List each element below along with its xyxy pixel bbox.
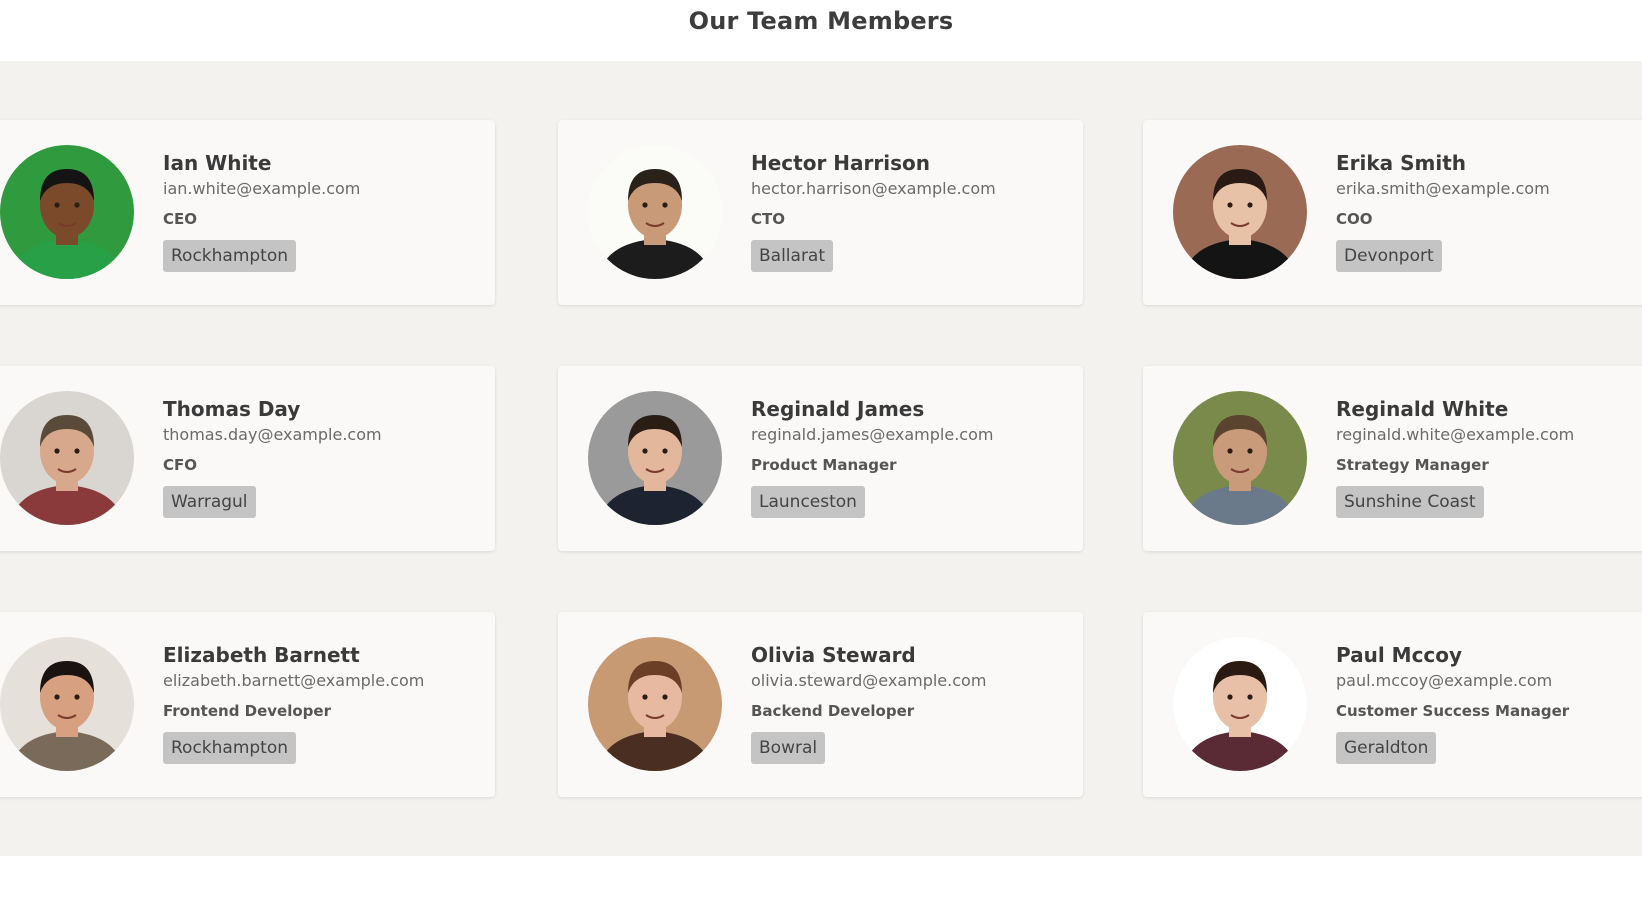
team-card: Reginald James reginald.james@example.co…: [558, 366, 1083, 551]
member-role: Backend Developer: [751, 702, 915, 720]
location-badge: Geraldton: [1336, 732, 1437, 764]
member-email: reginald.white@example.com: [1336, 425, 1575, 444]
avatar: [588, 145, 722, 279]
portrait-image: [1173, 391, 1307, 525]
member-email: erika.smith@example.com: [1336, 179, 1550, 198]
member-email: thomas.day@example.com: [163, 425, 382, 444]
location-badge: Ballarat: [751, 240, 834, 272]
location-badge: Bowral: [751, 732, 826, 764]
member-name: Hector Harrison: [751, 151, 930, 175]
team-card: Erika Smith erika.smith@example.com COO …: [1143, 120, 1642, 305]
avatar: [588, 637, 722, 771]
location-badge: Launceston: [751, 486, 865, 518]
avatar: [1173, 145, 1307, 279]
member-role: CFO: [163, 456, 198, 474]
member-email: paul.mccoy@example.com: [1336, 671, 1553, 690]
member-name: Erika Smith: [1336, 151, 1467, 175]
portrait-image: [0, 391, 134, 525]
portrait-image: [1173, 145, 1307, 279]
team-card: Reginald White reginald.white@example.co…: [1143, 366, 1642, 551]
location-badge: Rockhampton: [163, 732, 297, 764]
team-card: Olivia Steward olivia.steward@example.co…: [558, 612, 1083, 797]
team-card: Elizabeth Barnett elizabeth.barnett@exam…: [0, 612, 495, 797]
member-role: CEO: [163, 210, 198, 228]
team-card: Hector Harrison hector.harrison@example.…: [558, 120, 1083, 305]
location-badge: Sunshine Coast: [1336, 486, 1484, 518]
portrait-image: [588, 145, 722, 279]
location-badge: Rockhampton: [163, 240, 297, 272]
team-card: Thomas Day thomas.day@example.com CFO Wa…: [0, 366, 495, 551]
team-card: Ian White ian.white@example.com CEO Rock…: [0, 120, 495, 305]
team-grid: Ian White ian.white@example.com CEO Rock…: [0, 61, 1642, 856]
member-email: reginald.james@example.com: [751, 425, 994, 444]
member-email: elizabeth.barnett@example.com: [163, 671, 425, 690]
portrait-image: [588, 637, 722, 771]
avatar: [588, 391, 722, 525]
member-role: COO: [1336, 210, 1373, 228]
avatar: [1173, 637, 1307, 771]
member-name: Reginald White: [1336, 397, 1509, 421]
member-name: Paul Mccoy: [1336, 643, 1463, 667]
avatar: [0, 391, 134, 525]
portrait-image: [0, 145, 134, 279]
member-email: hector.harrison@example.com: [751, 179, 996, 198]
member-role: Product Manager: [751, 456, 897, 474]
page-header: Our Team Members: [0, 0, 1642, 61]
member-role: Customer Success Manager: [1336, 702, 1570, 720]
portrait-image: [1173, 637, 1307, 771]
avatar: [1173, 391, 1307, 525]
avatar: [0, 145, 134, 279]
member-email: olivia.steward@example.com: [751, 671, 987, 690]
member-name: Elizabeth Barnett: [163, 643, 360, 667]
member-role: CTO: [751, 210, 785, 228]
member-email: ian.white@example.com: [163, 179, 361, 198]
avatar: [0, 637, 134, 771]
team-card: Paul Mccoy paul.mccoy@example.com Custom…: [1143, 612, 1642, 797]
portrait-image: [588, 391, 722, 525]
member-name: Olivia Steward: [751, 643, 916, 667]
member-name: Reginald James: [751, 397, 925, 421]
portrait-image: [0, 637, 134, 771]
member-role: Strategy Manager: [1336, 456, 1489, 474]
location-badge: Devonport: [1336, 240, 1442, 272]
member-name: Ian White: [163, 151, 272, 175]
location-badge: Warragul: [163, 486, 256, 518]
member-name: Thomas Day: [163, 397, 301, 421]
member-role: Frontend Developer: [163, 702, 331, 720]
page-title: Our Team Members: [688, 6, 954, 35]
